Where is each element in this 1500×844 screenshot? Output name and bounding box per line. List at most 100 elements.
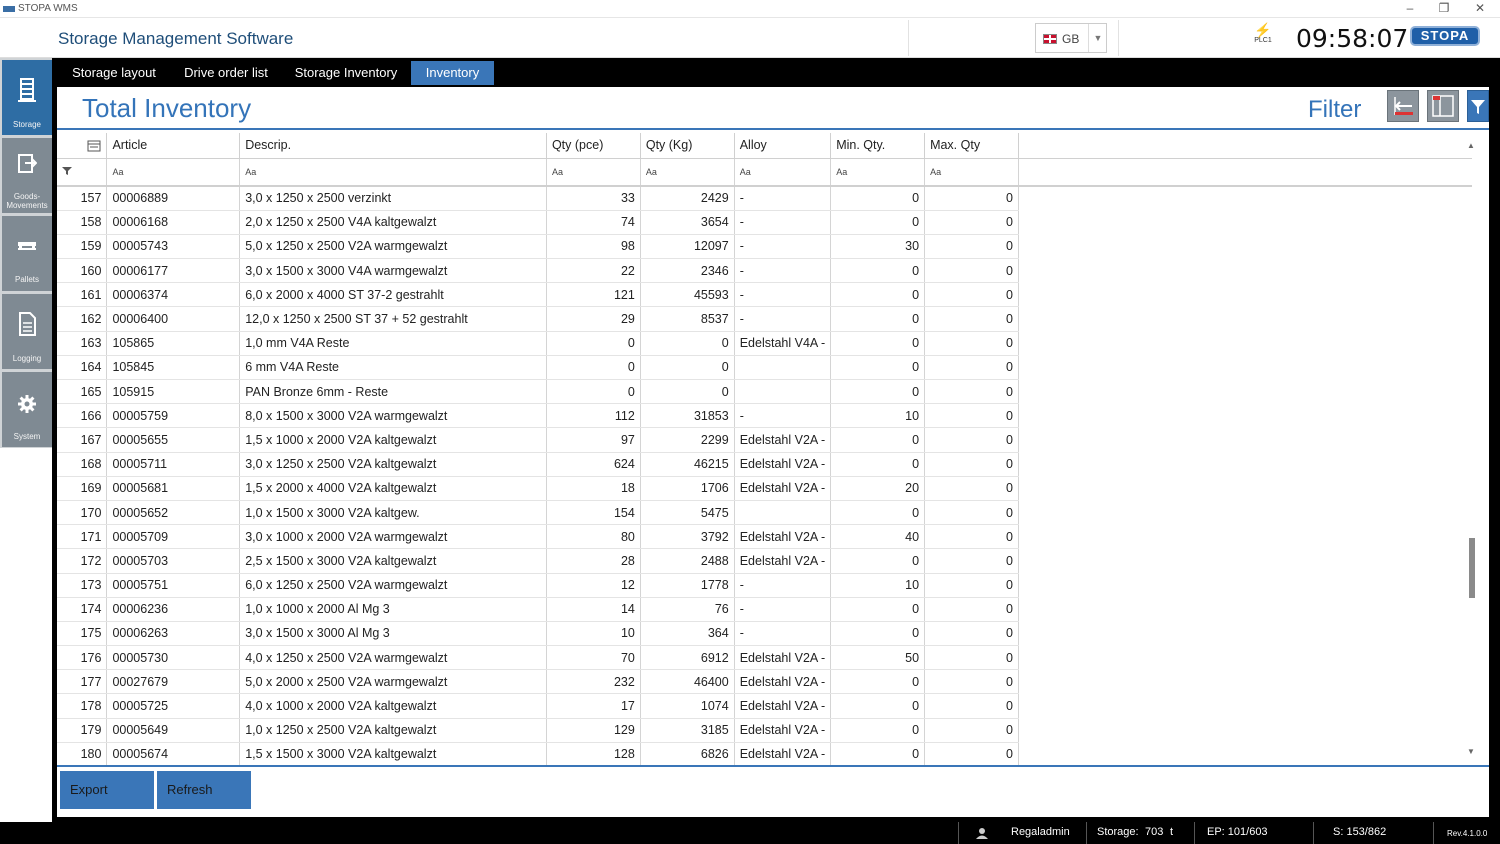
table-row[interactable]: 170 00005652 1,0 x 1500 x 3000 V2A kaltgew… [57,500,1472,526]
table-cell: 0 [924,573,1019,598]
column-filter-cell[interactable]: Aa [640,158,735,187]
table-cell: 5,0 x 2000 x 2500 V2A warmgewalzt [239,669,547,695]
table-row[interactable]: 159 00005743 5,0 x 1250 x 2500 V2A warmgew… [57,234,1472,260]
table-cell: - [734,258,832,284]
chevron-down-icon[interactable]: ▼ [1088,24,1107,52]
filter-toggle-button[interactable] [1467,90,1489,122]
scroll-thumb[interactable] [1469,538,1475,598]
sidebar-item-logging[interactable]: Logging [2,294,52,369]
table-cell: Edelstahl V2A - [734,718,832,743]
table-row[interactable]: 176 00005730 4,0 x 1250 x 2500 V2A warmgew… [57,645,1472,671]
row-index-cell: 165 [57,379,108,405]
refresh-button[interactable]: Refresh [157,771,251,809]
column-chooser-button[interactable] [1427,90,1459,122]
row-index-cell: 170 [57,500,108,526]
table-row[interactable]: 175 00006263 3,0 x 1500 x 3000 Al Mg 3 10 36… [57,621,1472,647]
tab-drive-order-list[interactable]: Drive order list [178,61,274,85]
row-index-cell: 168 [57,452,108,477]
table-row[interactable]: 165 105915 PAN Bronze 6mm - Reste 0 0 0 0 [57,379,1472,405]
scroll-down-icon[interactable]: ▼ [1467,747,1475,756]
table-row[interactable]: 179 00005649 1,0 x 1250 x 2500 V2A kaltgew… [57,718,1472,743]
status-divider [958,822,959,844]
column-filter-cell[interactable]: Aa [830,158,926,187]
table-cell: 50 [830,645,926,671]
tab-storage-layout[interactable]: Storage layout [66,61,162,85]
export-button[interactable]: Export [60,771,154,809]
close-button[interactable]: ✕ [1462,0,1498,18]
table-cell: 0 [830,210,926,235]
column-filter-cell[interactable]: Aa [924,158,1019,187]
table-row[interactable]: 160 00006177 3,0 x 1500 x 3000 V4A warmgew… [57,258,1472,284]
table-row[interactable]: 168 00005711 3,0 x 1250 x 2500 V2A kaltgew… [57,452,1472,477]
collapse-left-button[interactable] [1387,90,1419,122]
table-row[interactable]: 180 00005674 1,5 x 1500 x 3000 V2A kaltgew… [57,742,1472,767]
language-select[interactable]: GB ▼ [1035,23,1107,53]
column-header[interactable]: Max. Qty [924,133,1019,159]
column-filter-cell[interactable]: Aa [546,158,641,187]
table-cell: 0 [924,186,1019,211]
table-cell: - [734,186,832,211]
row-index-cell: 163 [57,331,108,356]
vertical-scrollbar[interactable]: ▲ ▼ [1464,133,1478,767]
status-divider [1433,822,1434,844]
status-bar: Regaladmin Storage: 703 t EP: 101/603 S:… [0,822,1500,844]
column-header[interactable]: Qty (Kg) [640,133,735,159]
table-cell: 0 [924,355,1019,381]
table-row[interactable]: 172 00005703 2,5 x 1500 x 3000 V2A kaltgew… [57,548,1472,574]
column-header[interactable]: Min. Qty. [830,133,926,159]
table-cell: Edelstahl V2A - [734,645,832,671]
table-row[interactable]: 158 00006168 2,0 x 1250 x 2500 V4A kaltgew… [57,210,1472,235]
table-cell: 0 [924,379,1019,405]
column-header[interactable]: Qty (pce) [546,133,641,159]
table-row[interactable]: 178 00005725 4,0 x 1000 x 2000 V2A kaltgew… [57,693,1472,719]
tab-storage-inventory[interactable]: Storage Inventory [290,61,402,85]
table-cell: 17 [546,693,641,719]
sidebar-item-goods-movements[interactable]: Goods-Movements [2,138,52,213]
table-cell: Edelstahl V2A - [734,548,832,574]
table-row[interactable]: 163 105865 1,0 mm V4A Reste 0 0 Edelstahl V4A… [57,331,1472,356]
column-header[interactable]: Alloy [734,133,832,159]
empty-cell [1018,186,1472,210]
sidebar-item-system[interactable]: System [2,372,52,447]
column-header[interactable]: Descrip. [239,133,547,159]
sidebar-item-pallets[interactable]: Pallets [2,216,52,291]
table-row[interactable]: 164 105845 6 mm V4A Reste 0 0 0 0 [57,355,1472,381]
sidebar-item-storage[interactable]: Storage [2,60,52,135]
inventory-grid[interactable]: Article Descrip. Qty (pce) Qty (Kg) Alloy Min… [57,133,1472,767]
column-filter-cell[interactable]: Aa [734,158,832,187]
empty-cell [1018,597,1472,621]
tab-inventory[interactable]: Inventory [411,61,494,85]
table-row[interactable]: 177 00027679 5,0 x 2000 x 2500 V2A warmgew… [57,669,1472,695]
table-row[interactable]: 162 00006400 12,0 x 1250 x 2500 ST 37 + 52… [57,306,1472,332]
table-cell: 31853 [640,403,735,429]
scroll-up-icon[interactable]: ▲ [1467,141,1475,150]
plug-icon: ⚡ [1254,22,1272,38]
table-cell: 00005655 [106,427,241,453]
table-row[interactable]: 167 00005655 1,5 x 1000 x 2000 V2A kaltgew… [57,427,1472,453]
column-filter-cell[interactable]: Aa [106,158,241,187]
table-cell: 0 [546,331,641,356]
column-chooser-cell[interactable] [57,133,108,159]
table-cell: - [734,597,832,622]
column-header[interactable]: Article [106,133,241,159]
table-row[interactable]: 161 00006374 6,0 x 2000 x 4000 ST 37-2 ges… [57,282,1472,308]
table-cell: Edelstahl V2A - [734,669,832,695]
table-row[interactable]: 173 00005751 6,0 x 1250 x 2500 V2A warmgew… [57,573,1472,598]
table-cell: 0 [830,427,926,453]
table-row[interactable]: 174 00006236 1,0 x 1000 x 2000 Al Mg 3 14 76… [57,597,1472,622]
table-row[interactable]: 166 00005759 8,0 x 1500 x 3000 V2A warmgew… [57,403,1472,429]
table-cell: - [734,573,832,598]
table-row[interactable]: 171 00005709 3,0 x 1000 x 2000 V2A warmgew… [57,524,1472,550]
status-storage-value: 703 [1145,826,1164,838]
status-s: S: 153/862 [1333,826,1387,838]
restore-button[interactable]: ❐ [1426,0,1462,18]
table-row[interactable]: 169 00005681 1,5 x 2000 x 4000 V2A kaltgew… [57,476,1472,501]
table-row[interactable]: 157 00006889 3,0 x 1250 x 2500 verzinkt 33 2… [57,186,1472,211]
column-filter-cell[interactable]: Aa [239,158,547,187]
table-cell: 0 [830,282,926,308]
row-index-cell: 167 [57,427,108,453]
empty-filter-cell [1018,158,1472,187]
minimize-button[interactable]: – [1392,0,1428,18]
table-cell: 00006168 [106,210,241,235]
logging-icon [19,312,36,336]
